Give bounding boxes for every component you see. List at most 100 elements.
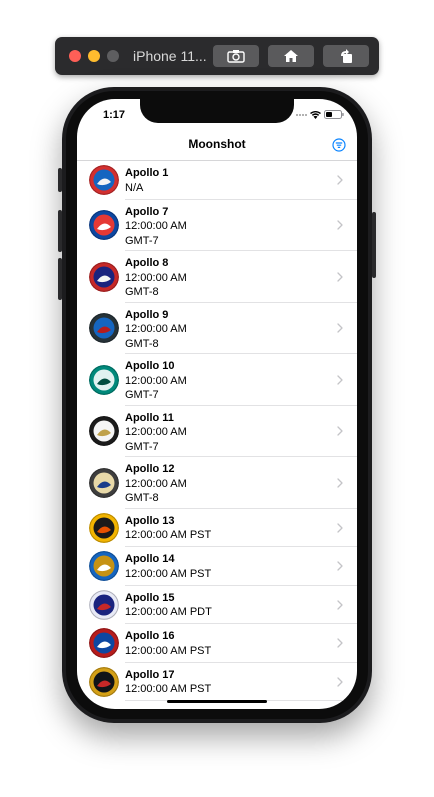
mission-patch-icon (89, 165, 119, 196)
device-title: iPhone 11... (133, 48, 207, 64)
chevron-right-icon (337, 272, 343, 282)
mission-date-line: N/A (125, 181, 144, 194)
mission-patch-icon (89, 666, 119, 697)
zoom-window-button[interactable] (107, 50, 119, 62)
home-button[interactable] (268, 45, 314, 67)
mission-text: Apollo 8 12:00:00 AM GMT-8 (125, 256, 187, 300)
mission-name: Apollo 14 (125, 553, 175, 565)
mission-date-line: GMT-8 (125, 337, 159, 350)
navigation-bar: Moonshot (77, 131, 357, 161)
minimize-window-button[interactable] (88, 50, 100, 62)
notch (140, 99, 294, 123)
mission-text: Apollo 13 12:00:00 AM PST (125, 514, 211, 543)
mission-list: Apollo 1 N/A Apollo 7 12:00:00 AM GMT-7 Apoll… (77, 161, 357, 701)
mission-name: Apollo 13 (125, 514, 175, 527)
silent-switch (58, 168, 62, 192)
mission-text: Apollo 12 12:00:00 AM GMT-8 (125, 462, 187, 506)
mission-text: Apollo 10 12:00:00 AM GMT-7 (125, 359, 187, 403)
screenshot-button[interactable] (213, 45, 259, 67)
mission-date-line: 12:00:00 AM (125, 220, 187, 232)
mission-name: Apollo 15 (125, 591, 175, 604)
mission-row[interactable]: Apollo 7 12:00:00 AM GMT-7 (77, 200, 357, 252)
rotate-button[interactable] (323, 45, 369, 67)
volume-up-button (58, 210, 62, 252)
chevron-right-icon (337, 638, 343, 648)
mission-patch-icon (89, 261, 119, 292)
mission-patch-icon (89, 467, 119, 498)
chevron-right-icon (337, 561, 343, 571)
chevron-right-icon (337, 175, 343, 185)
mission-date-line: GMT-7 (125, 389, 159, 401)
mission-row[interactable]: Apollo 15 12:00:00 AM PDT (77, 586, 357, 625)
mission-patch-icon (89, 551, 119, 582)
mission-patch-icon (89, 313, 119, 344)
mission-date-line: 12:00:00 AM (125, 477, 187, 490)
mission-date-line: 12:00:00 AM (125, 323, 187, 335)
mission-row[interactable]: Apollo 14 12:00:00 AM PST (77, 547, 357, 586)
mission-patch-icon (89, 589, 119, 620)
mission-date-line: 12:00:00 AM PST (125, 529, 212, 541)
mission-date-line: GMT-8 (125, 286, 159, 298)
mission-text: Apollo 7 12:00:00 AM GMT-7 (125, 205, 187, 249)
mission-name: Apollo 9 (125, 308, 169, 321)
battery-icon (324, 110, 344, 119)
mission-row[interactable]: Apollo 10 12:00:00 AM GMT-7 (77, 354, 357, 406)
status-time: 1:17 (103, 109, 126, 121)
mission-date-line: GMT-7 (125, 440, 159, 453)
mission-row[interactable]: Apollo 9 12:00:00 AM GMT-8 (77, 303, 357, 355)
mission-patch-icon (89, 628, 119, 659)
mission-name: Apollo 17 (125, 668, 175, 681)
mission-date-line: 12:00:00 AM PDT (125, 606, 212, 618)
chevron-right-icon (337, 426, 343, 436)
mission-name: Apollo 12 (125, 463, 175, 475)
mission-row[interactable]: Apollo 8 12:00:00 AM GMT-8 (77, 251, 357, 303)
page-title: Moonshot (188, 137, 246, 151)
mission-text: Apollo 11 12:00:00 AM GMT-7 (125, 411, 187, 455)
mission-date-line: GMT-8 (125, 492, 159, 504)
mission-row[interactable]: Apollo 1 N/A (77, 161, 357, 200)
filter-icon[interactable] (332, 138, 346, 152)
home-icon (284, 50, 298, 62)
status-icons (296, 110, 344, 119)
mission-patch-icon (89, 512, 119, 543)
mission-name: Apollo 8 (125, 257, 169, 269)
mission-text: Apollo 16 12:00:00 AM PST (125, 629, 211, 658)
chevron-right-icon (337, 478, 343, 488)
power-button (372, 212, 376, 278)
mission-date-line: 12:00:00 AM PST (125, 567, 212, 580)
mission-patch-icon (89, 210, 119, 241)
mission-patch-icon (89, 364, 119, 395)
screenshot-icon (227, 50, 245, 63)
chevron-right-icon (337, 220, 343, 230)
mission-patch-icon (89, 416, 119, 447)
mission-name: Apollo 7 (125, 205, 169, 218)
rotate-icon (341, 49, 352, 63)
chevron-right-icon (337, 677, 343, 687)
mission-date-line: 12:00:00 AM (125, 426, 187, 438)
phone-screen: 1:17 Moonshot Apollo 1 N/A Apollo 7 12:00:0… (77, 99, 357, 709)
mission-date-line: 12:00:00 AM PST (125, 683, 212, 695)
mission-name: Apollo 1 (125, 167, 169, 179)
mission-text: Apollo 15 12:00:00 AM PDT (125, 591, 212, 620)
mission-row[interactable]: Apollo 13 12:00:00 AM PST (77, 509, 357, 548)
mission-row[interactable]: Apollo 11 12:00:00 AM GMT-7 (77, 406, 357, 458)
home-indicator[interactable] (167, 700, 267, 703)
mission-row[interactable]: Apollo 12 12:00:00 AM GMT-8 (77, 457, 357, 509)
mission-name: Apollo 16 (125, 630, 175, 642)
mission-name: Apollo 11 (125, 411, 174, 424)
chevron-right-icon (337, 323, 343, 333)
mission-date-line: 12:00:00 AM PST (125, 644, 212, 657)
mission-text: Apollo 1 N/A (125, 166, 168, 195)
signal-dots-icon (296, 113, 307, 116)
chevron-right-icon (337, 600, 343, 610)
mission-text: Apollo 17 12:00:00 AM PST (125, 668, 211, 697)
mission-date-line: 12:00:00 AM (125, 271, 187, 284)
simulator-toolbar: iPhone 11... (55, 37, 379, 75)
mission-row[interactable]: Apollo 17 12:00:00 AM PST (77, 663, 357, 702)
mission-date-line: 12:00:00 AM (125, 374, 187, 387)
mission-text: Apollo 14 12:00:00 AM PST (125, 552, 211, 581)
chevron-right-icon (337, 523, 343, 533)
close-window-button[interactable] (69, 50, 81, 62)
mission-row[interactable]: Apollo 16 12:00:00 AM PST (77, 624, 357, 663)
mission-date-line: GMT-7 (125, 234, 159, 247)
